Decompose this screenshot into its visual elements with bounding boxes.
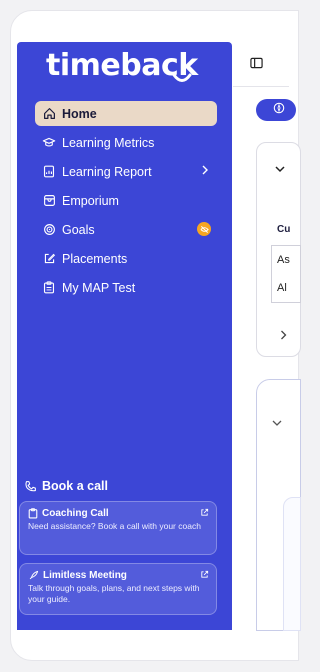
report-icon (42, 165, 56, 179)
clipboard-icon (28, 508, 38, 519)
card-description: Talk through goals, plans, and next step… (28, 583, 200, 604)
sidebar-item-home[interactable]: Home (35, 101, 217, 126)
sidebar-item-label: Learning Metrics (62, 135, 155, 150)
external-link-icon[interactable] (200, 508, 209, 517)
card-title: Coaching Call (42, 508, 109, 519)
list-item[interactable]: Al (271, 273, 301, 303)
eye-off-icon[interactable] (197, 222, 211, 236)
compass-icon (273, 101, 285, 119)
external-link-icon[interactable] (200, 570, 209, 579)
coaching-call-card[interactable]: Coaching Call Need assistance? Book a ca… (19, 501, 217, 555)
graduation-cap-icon (42, 136, 56, 150)
sidebar-item-label: Goals (62, 222, 95, 237)
logo-swoosh-icon (172, 73, 192, 82)
list-item-label: As (277, 253, 290, 266)
sidebar-item-placements[interactable]: Placements (35, 246, 217, 271)
card-description: Need assistance? Book a call with your c… (28, 521, 201, 531)
sidebar-item-label: Home (62, 106, 97, 121)
sidebar-item-label: My MAP Test (62, 280, 136, 295)
book-call-label: Book a call (42, 479, 108, 493)
sidebar-item-label: Emporium (62, 193, 119, 208)
sidebar-item-learning-report[interactable]: Learning Report (35, 159, 217, 184)
sidebar-item-my-map-test[interactable]: My MAP Test (35, 275, 217, 300)
primary-action-button[interactable] (256, 99, 296, 121)
sidebar-nav: Home Learning Metrics Learning Report Em… (35, 101, 217, 304)
home-icon (42, 107, 56, 121)
sidebar-item-label: Learning Report (62, 164, 152, 179)
clipboard-icon (42, 281, 56, 295)
inner-card (283, 497, 301, 631)
limitless-meeting-title: Limitless Meeting (28, 570, 208, 581)
sidebar-item-learning-metrics[interactable]: Learning Metrics (35, 130, 217, 155)
chevron-right-icon (201, 164, 209, 178)
chevron-down-icon[interactable] (275, 160, 285, 178)
book-call-heading: Book a call (24, 479, 108, 493)
coaching-call-title: Coaching Call (28, 508, 208, 519)
target-icon (42, 223, 56, 237)
sidebar-item-goals[interactable]: Goals (35, 217, 217, 242)
store-icon (42, 194, 56, 208)
header-divider (233, 86, 289, 87)
list-item-label: Al (277, 281, 287, 294)
chevron-right-icon[interactable] (280, 327, 287, 345)
chevron-down-icon[interactable] (272, 414, 282, 432)
section-label: Cu (277, 224, 291, 235)
sidebar-toggle-icon[interactable] (250, 56, 263, 74)
edit-icon (42, 252, 56, 266)
rocket-icon (28, 570, 39, 581)
card-title: Limitless Meeting (43, 570, 127, 581)
list-item[interactable]: As (271, 245, 301, 274)
sidebar-item-label: Placements (62, 251, 128, 266)
phone-icon (24, 480, 37, 493)
limitless-meeting-card[interactable]: Limitless Meeting Talk through goals, pl… (19, 563, 217, 615)
sidebar-item-emporium[interactable]: Emporium (35, 188, 217, 213)
sidebar: timeback Home Learning Metrics Learning … (17, 42, 232, 630)
